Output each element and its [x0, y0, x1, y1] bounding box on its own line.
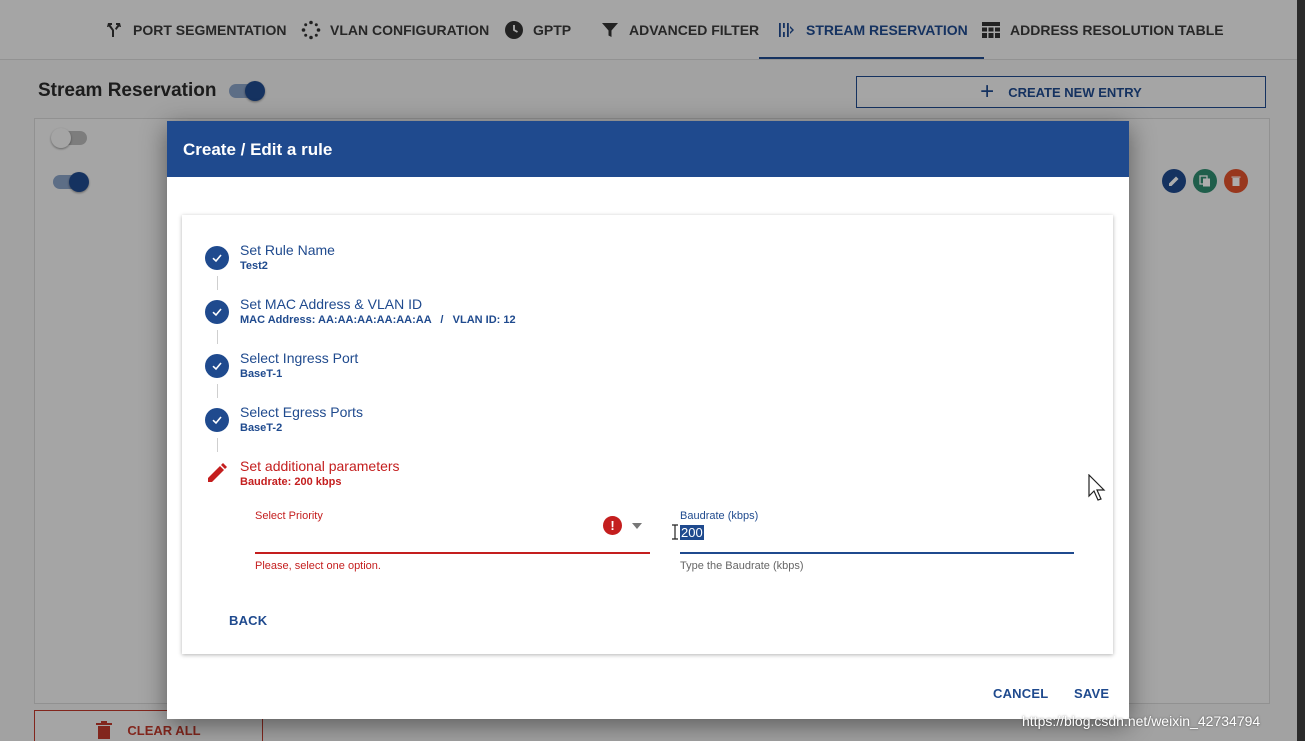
- mouse-pointer-icon: [1088, 474, 1106, 501]
- back-button[interactable]: BACK: [229, 613, 267, 628]
- step-connector: [217, 438, 218, 452]
- text-cursor-icon: [672, 524, 678, 540]
- step-title[interactable]: Set MAC Address & VLAN ID: [240, 296, 422, 312]
- step-summary: Test2: [240, 260, 268, 272]
- stepper-card: Set Rule Name Test2 Set MAC Address & VL…: [182, 215, 1113, 654]
- dialog-title: Create / Edit a rule: [167, 121, 1129, 177]
- check-icon: [205, 300, 229, 324]
- priority-select[interactable]: [255, 510, 650, 550]
- check-icon: [205, 246, 229, 270]
- save-button[interactable]: SAVE: [1074, 686, 1109, 701]
- priority-underline: [255, 552, 650, 554]
- step-connector: [217, 330, 218, 344]
- baudrate-input[interactable]: 200: [680, 525, 704, 540]
- chevron-down-icon[interactable]: [632, 523, 642, 529]
- baudrate-underline: [680, 552, 1074, 554]
- step-summary: BaseT-1: [240, 368, 283, 380]
- watermark-text: https://blog.csdn.net/weixin_42734794: [1022, 713, 1261, 729]
- error-icon: !: [603, 516, 622, 535]
- step-summary: BaseT-2: [240, 422, 283, 434]
- rule-dialog: Create / Edit a rule Set Rule Name Test2…: [167, 121, 1129, 719]
- step-summary: Baudrate: 200 kbps: [240, 476, 342, 488]
- pencil-icon: [208, 463, 227, 482]
- cancel-button[interactable]: CANCEL: [993, 686, 1048, 701]
- step-title[interactable]: Select Egress Ports: [240, 404, 363, 420]
- step-summary: MAC Address: AA:AA:AA:AA:AA:AA / VLAN ID…: [240, 314, 516, 326]
- baudrate-label: Baudrate (kbps): [680, 510, 759, 522]
- step-connector: [217, 276, 218, 290]
- check-icon: [205, 408, 229, 432]
- step-title[interactable]: Set Rule Name: [240, 242, 335, 258]
- priority-error: Please, select one option.: [255, 560, 381, 572]
- baudrate-hint: Type the Baudrate (kbps): [680, 560, 804, 572]
- step-title[interactable]: Set additional parameters: [240, 458, 400, 474]
- step-connector: [217, 384, 218, 398]
- window-edge: [1297, 0, 1305, 741]
- check-icon: [205, 354, 229, 378]
- step-title[interactable]: Select Ingress Port: [240, 350, 358, 366]
